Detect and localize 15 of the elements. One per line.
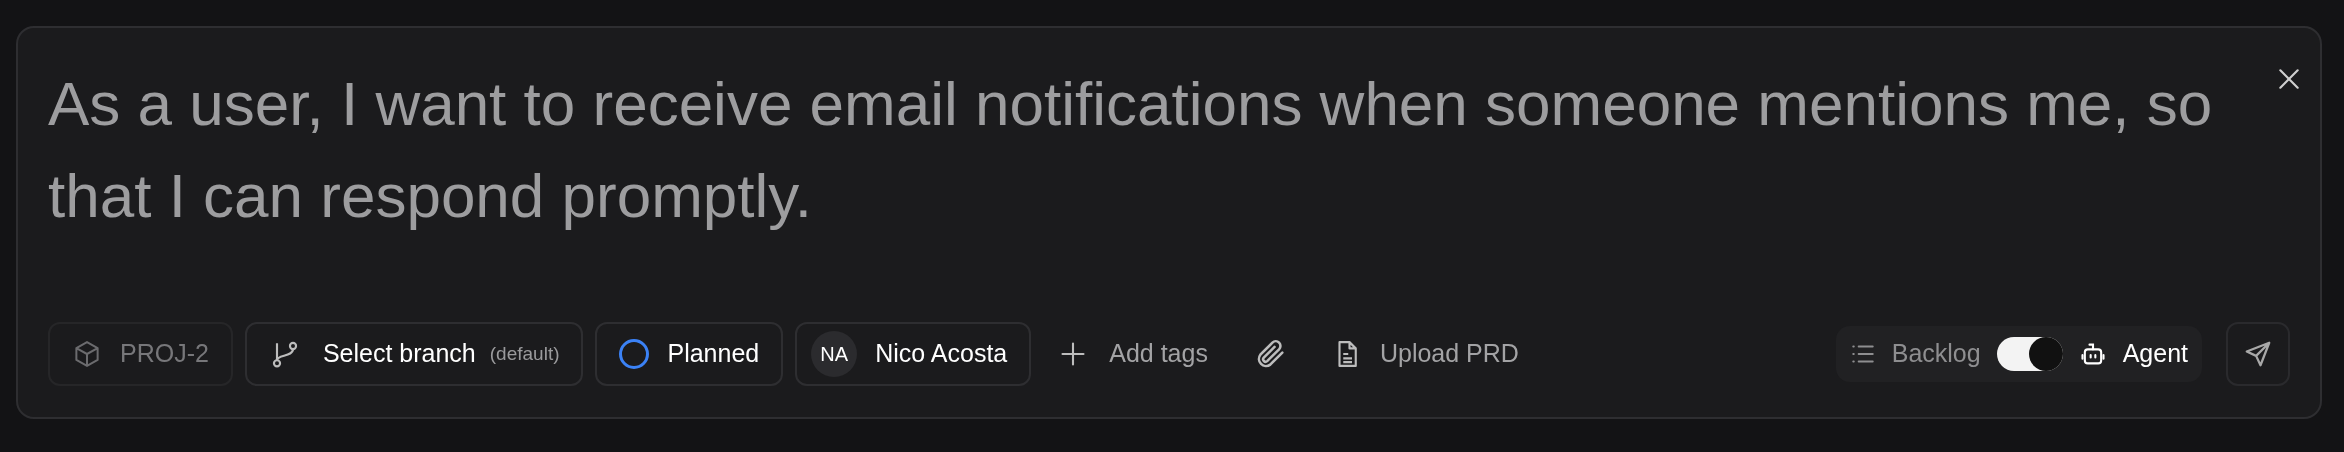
status-chip[interactable]: Planned	[595, 322, 784, 386]
upload-prd-button[interactable]: Upload PRD	[1317, 322, 1533, 386]
close-icon[interactable]	[2276, 66, 2302, 92]
add-tags-button[interactable]: Add tags	[1043, 322, 1224, 386]
mode-toggle[interactable]	[1996, 337, 2063, 371]
avatar: NA	[811, 331, 858, 377]
default-hint: (default)	[489, 341, 560, 366]
send-button[interactable]	[2226, 322, 2290, 386]
cube-icon	[72, 339, 102, 369]
send-icon	[2243, 339, 2273, 369]
backlog-mode[interactable]: Backlog	[1849, 335, 1981, 373]
branch-chip[interactable]: Select branch (default)	[244, 322, 584, 386]
description-text[interactable]: As a user, I want to receive email notifications when someone mentions me, so that I can respond promptly.	[48, 58, 2298, 242]
agent-mode[interactable]: Agent	[2078, 335, 2188, 373]
assignee-chip[interactable]: NA Nico Acosta	[795, 322, 1032, 386]
